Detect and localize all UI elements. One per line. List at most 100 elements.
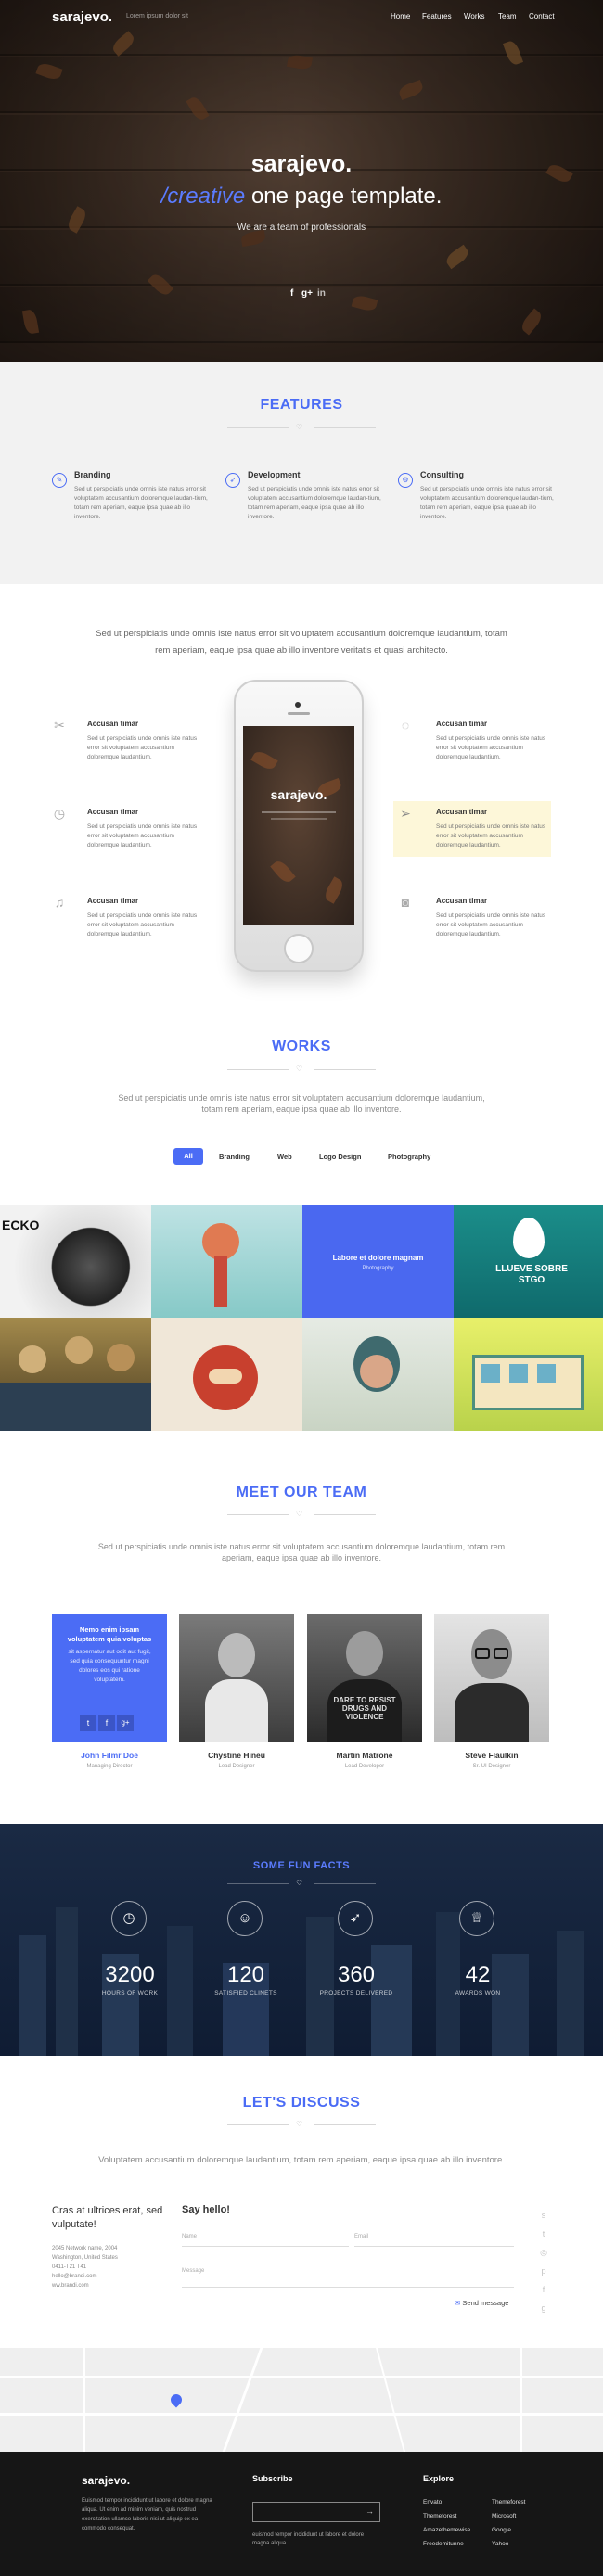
footer-logo[interactable]: sarajevo. bbox=[82, 2474, 130, 2487]
service-title: Accusan timar bbox=[436, 808, 488, 816]
header-tagline: Lorem ipsum dolor sit bbox=[126, 13, 188, 19]
nav-features[interactable]: Features bbox=[422, 12, 452, 20]
footer-link[interactable]: Envato bbox=[423, 2499, 442, 2506]
clock-icon: ◷ bbox=[53, 806, 66, 821]
paper-plane-icon: ➢ bbox=[400, 806, 411, 821]
facebook-icon[interactable]: f bbox=[290, 288, 293, 299]
portfolio-item[interactable] bbox=[151, 1205, 302, 1318]
name-field[interactable] bbox=[182, 2246, 349, 2247]
service-title: Accusan timar bbox=[436, 720, 488, 728]
google-plus-icon[interactable]: g bbox=[538, 2302, 549, 2314]
heart-icon: ♡ bbox=[296, 1879, 303, 1887]
trophy-icon: ♕ bbox=[459, 1901, 494, 1936]
member-role: Lead Designer bbox=[218, 1764, 255, 1769]
contact-address: 2045 Network name, 2004 Washington, Unit… bbox=[52, 2244, 118, 2290]
address-line: 2045 Network name, 2004 bbox=[52, 2246, 118, 2251]
portfolio-item[interactable] bbox=[302, 1318, 454, 1431]
hero-subtitle: /creative one page template. bbox=[0, 184, 603, 210]
facebook-icon[interactable]: f bbox=[98, 1715, 115, 1731]
send-button[interactable]: ✉ Send message bbox=[455, 2299, 508, 2307]
portfolio-item[interactable]: ECKO bbox=[0, 1205, 151, 1318]
location-map[interactable] bbox=[0, 2348, 603, 2452]
member-photo[interactable] bbox=[179, 1614, 294, 1742]
pencil-icon: ✎ bbox=[52, 473, 67, 488]
member-role: Sr. UI Designer bbox=[472, 1764, 511, 1769]
google-plus-icon[interactable]: g+ bbox=[117, 1715, 134, 1731]
twitter-icon[interactable]: t bbox=[538, 2228, 549, 2239]
service-text: Sed ut perspiciatis unde omnis iste natu… bbox=[87, 823, 198, 848]
portfolio-item[interactable] bbox=[0, 1318, 151, 1431]
filter-branding[interactable]: Branding bbox=[219, 1153, 250, 1161]
message-field[interactable] bbox=[182, 2287, 514, 2288]
top-navbar: sarajevo. Lorem ipsum dolor sit Home Fea… bbox=[0, 0, 603, 32]
filter-logo-design[interactable]: Logo Design bbox=[319, 1153, 361, 1161]
section-divider: ♡ bbox=[227, 423, 376, 432]
dribbble-icon[interactable]: ◎ bbox=[538, 2247, 549, 2258]
site-logo[interactable]: sarajevo. bbox=[52, 9, 112, 25]
feature-text-consulting: Sed ut perspiciatis unde omnis iste natu… bbox=[420, 486, 554, 520]
users-icon: ☺ bbox=[227, 1901, 263, 1936]
fact-label: HOURS OF WORK bbox=[101, 1990, 159, 1996]
footer-link[interactable]: Themeforest bbox=[423, 2513, 457, 2519]
portfolio-item-hover[interactable]: Labore et dolore magnam Photography bbox=[302, 1205, 454, 1318]
form-title: Say hello! bbox=[182, 2204, 230, 2215]
address-website[interactable]: ww.brandi.com bbox=[52, 2281, 118, 2290]
fact-value: 360 bbox=[337, 1962, 376, 1987]
rocket-icon: ➶ bbox=[338, 1901, 373, 1936]
subscribe-title: Subscribe bbox=[252, 2474, 293, 2483]
portfolio-tile-text: ECKO bbox=[2, 1218, 40, 1232]
features-title: FEATURES bbox=[260, 397, 343, 413]
shirt-text: DARE TO RESIST DRUGS AND VIOLENCE bbox=[333, 1696, 396, 1721]
works-title: WORKS bbox=[272, 1039, 331, 1054]
service-text: Sed ut perspiciatis unde omnis iste natu… bbox=[87, 912, 198, 937]
map-pin-icon[interactable] bbox=[168, 2391, 185, 2408]
address-email[interactable]: hello@brandi.com bbox=[52, 2272, 118, 2281]
phone-screen-logo: sarajevo. bbox=[270, 787, 327, 802]
section-divider: ♡ bbox=[227, 1510, 376, 1519]
footer-link[interactable]: Amazethemewise bbox=[423, 2527, 470, 2533]
linkedin-icon[interactable]: in bbox=[317, 288, 326, 299]
email-label: Email bbox=[354, 2234, 369, 2239]
member-photo[interactable]: DARE TO RESIST DRUGS AND VIOLENCE bbox=[307, 1614, 422, 1742]
twitter-icon[interactable]: t bbox=[80, 1715, 96, 1731]
footer-link[interactable]: Freedemitunne bbox=[423, 2541, 464, 2547]
service-text: Sed ut perspiciatis unde omnis iste natu… bbox=[87, 735, 198, 760]
section-divider: ♡ bbox=[227, 2120, 376, 2129]
portfolio-item[interactable]: LLUEVE SOBRE STGO bbox=[454, 1205, 603, 1318]
lightbulb-icon: ◌ bbox=[401, 718, 410, 733]
clock-icon: ◷ bbox=[111, 1901, 147, 1936]
portfolio-item[interactable] bbox=[454, 1318, 603, 1431]
filter-photography[interactable]: Photography bbox=[388, 1153, 430, 1161]
footer-link[interactable]: Yahoo bbox=[492, 2541, 508, 2547]
section-divider: ♡ bbox=[227, 1065, 376, 1074]
footer-link[interactable]: Google bbox=[492, 2527, 511, 2533]
footer-link[interactable]: Themeforest bbox=[492, 2499, 526, 2506]
filter-web[interactable]: Web bbox=[277, 1153, 292, 1161]
phone-mockup: sarajevo. bbox=[234, 680, 364, 972]
member-hover-text: sit aspernatur aut odit aut fugit, sed q… bbox=[68, 1649, 151, 1683]
google-plus-icon[interactable]: g+ bbox=[302, 288, 313, 299]
subscribe-input[interactable]: → bbox=[252, 2502, 380, 2522]
hero-tagline: We are a team of professionals bbox=[237, 223, 366, 233]
phone-camera bbox=[295, 702, 301, 708]
nav-home[interactable]: Home bbox=[391, 12, 410, 20]
skype-icon[interactable]: s bbox=[538, 2210, 549, 2221]
name-label: Name bbox=[182, 2234, 198, 2239]
filter-all[interactable]: All bbox=[173, 1148, 203, 1165]
pinterest-icon[interactable]: p bbox=[538, 2265, 549, 2276]
member-photo-hover[interactable]: Nemo enim ipsam voluptatem quia voluptas… bbox=[52, 1614, 167, 1742]
arrow-right-icon[interactable]: → bbox=[366, 2506, 374, 2516]
portfolio-item[interactable] bbox=[151, 1318, 302, 1431]
portfolio-tile-text: LLUEVE SOBRE STGO bbox=[495, 1264, 568, 1285]
nav-works[interactable]: Works bbox=[464, 12, 485, 20]
nav-contact[interactable]: Contact bbox=[529, 12, 555, 20]
email-field[interactable] bbox=[354, 2246, 514, 2247]
member-role: Managing Director bbox=[86, 1764, 133, 1769]
member-photo[interactable] bbox=[434, 1614, 549, 1742]
facts-title: SOME FUN FACTS bbox=[252, 1860, 351, 1871]
service-title: Accusan timar bbox=[87, 897, 139, 905]
footer-link[interactable]: Microsoft bbox=[492, 2513, 516, 2519]
nav-team[interactable]: Team bbox=[498, 12, 517, 20]
facebook-icon[interactable]: f bbox=[538, 2284, 549, 2295]
contact-intro: Cras at ultrices erat, sed vulputate! bbox=[52, 2205, 163, 2230]
